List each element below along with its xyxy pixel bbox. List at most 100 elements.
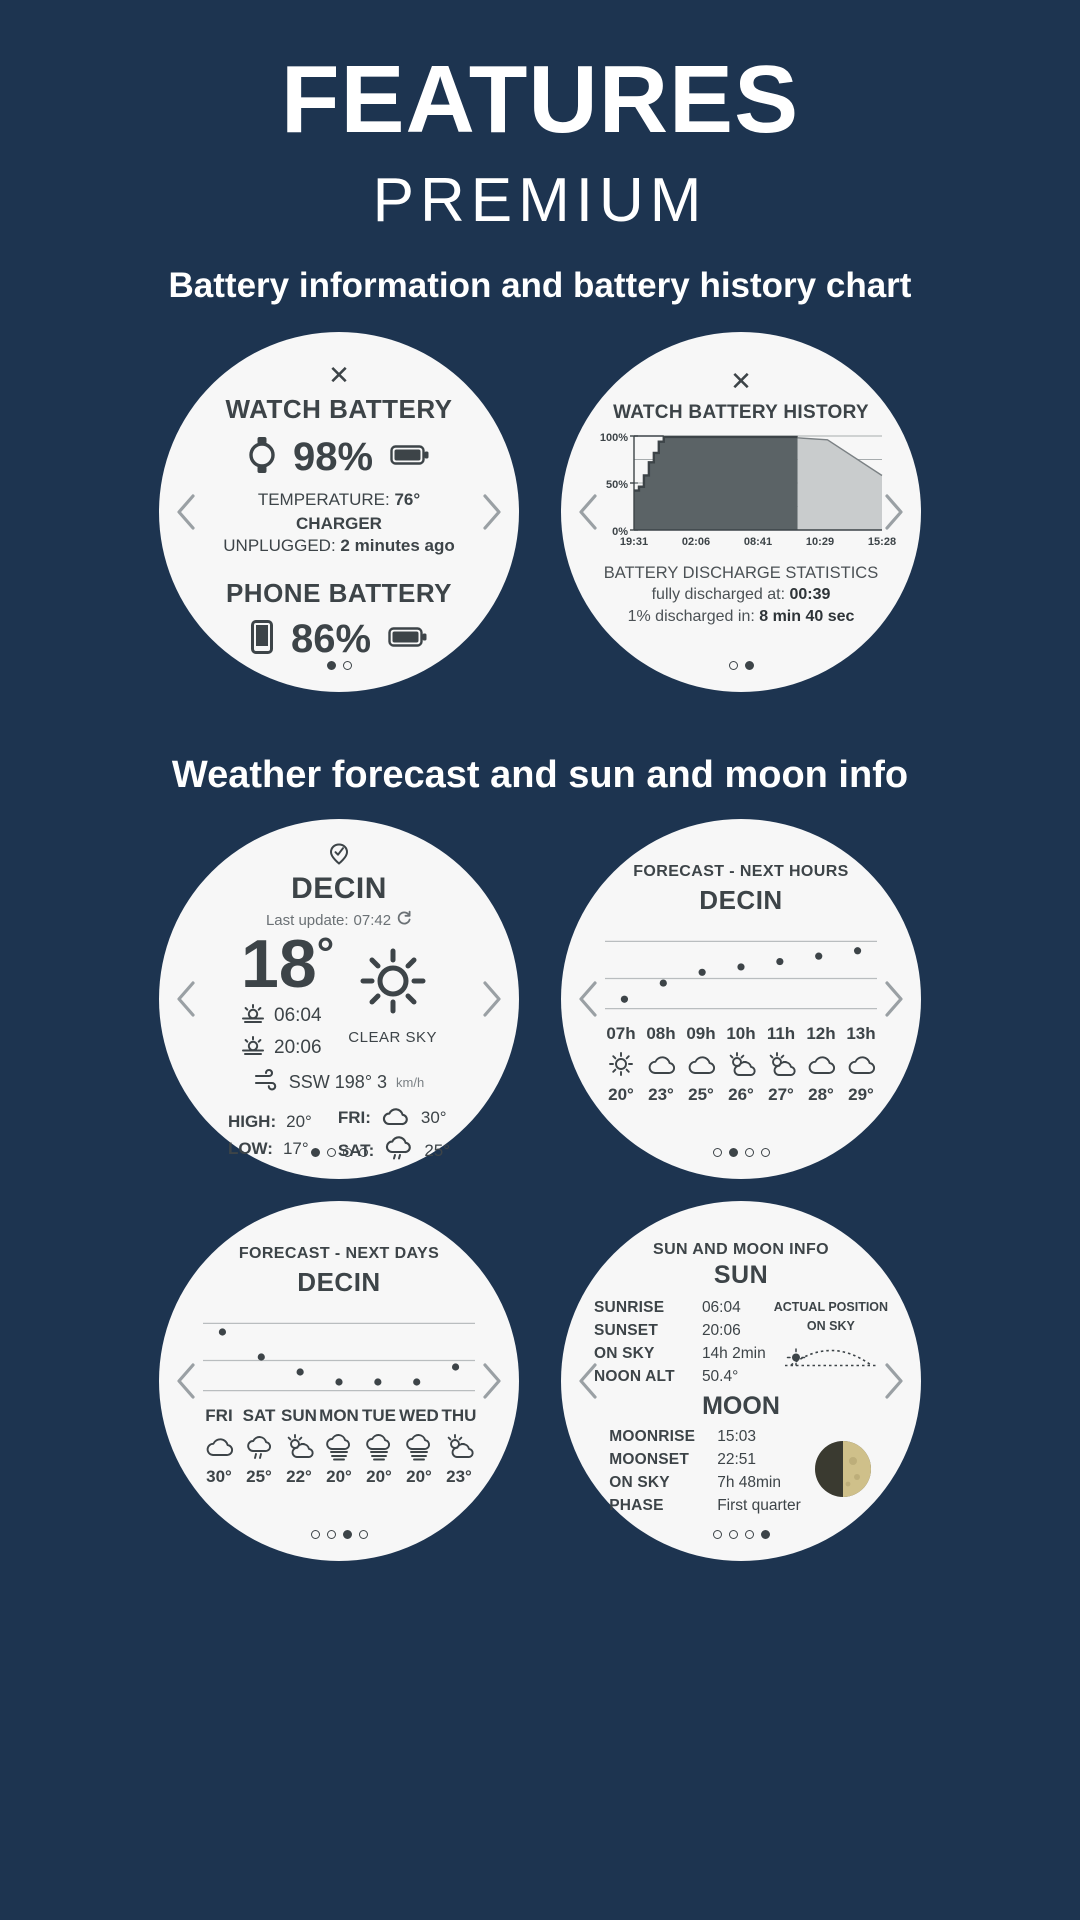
forecast-temperature: 28° bbox=[808, 1085, 834, 1104]
forecast-label: 09h bbox=[686, 1024, 716, 1043]
pager-dots[interactable] bbox=[561, 1148, 921, 1157]
info-row: ON SKY 7h 48min bbox=[609, 1474, 801, 1492]
one-percent-row: 1% discharged in: 8 min 40 sec bbox=[604, 606, 878, 628]
temp-and-sun: 18 ° 06:04 20:06 bbox=[241, 930, 334, 1061]
sun-moon-card[interactable]: SUN AND MOON INFO SUN SUNRISE 06:04 SUNSET… bbox=[561, 1201, 921, 1561]
pager-dot[interactable] bbox=[712, 1530, 722, 1539]
high-value: 20° bbox=[286, 1111, 312, 1131]
forecast-label: SUN bbox=[281, 1406, 317, 1425]
current-conditions: 18 ° 06:04 20:06 CLEAR SKY bbox=[193, 930, 485, 1061]
refresh-icon[interactable] bbox=[396, 910, 412, 930]
forecast-temperature: 27° bbox=[768, 1085, 794, 1104]
forecast-column: SAT 25° bbox=[239, 1406, 279, 1487]
forecast-days-card[interactable]: FORECAST - NEXT DAYS DECIN FRI 30° SAT 25° S… bbox=[159, 1201, 519, 1561]
fully-discharged-row: fully discharged at: 00:39 bbox=[604, 584, 878, 606]
svg-text:02:06: 02:06 bbox=[682, 536, 710, 548]
section-heading-battery: Battery information and battery history … bbox=[168, 266, 912, 305]
forecast-label: 13h bbox=[846, 1024, 876, 1043]
forecast-column: WED 20° bbox=[399, 1406, 439, 1487]
battery-full-icon bbox=[390, 445, 429, 470]
pager-dots[interactable] bbox=[561, 661, 921, 670]
condition-text: CLEAR SKY bbox=[348, 1029, 437, 1046]
info-row: MOONSET 22:51 bbox=[609, 1451, 801, 1469]
close-icon[interactable]: ✕ bbox=[328, 362, 350, 388]
sun-details: SUNRISE 06:04 SUNSET 20:06 ON SKY 14h 2min NOO… bbox=[587, 1294, 895, 1386]
sun-icon bbox=[358, 946, 428, 1021]
weather-rain-heavy-icon bbox=[324, 1430, 354, 1464]
info-row: ON SKY 14h 2min bbox=[594, 1345, 766, 1363]
forecast-label: WED bbox=[399, 1406, 439, 1425]
pager-dot[interactable] bbox=[326, 1530, 336, 1539]
forecast-hours-chart bbox=[605, 940, 877, 1010]
pager-dots[interactable] bbox=[561, 1530, 921, 1539]
moon-title: MOON bbox=[702, 1392, 780, 1420]
fully-discharged-value: 00:39 bbox=[789, 586, 831, 604]
info-value: 15:03 bbox=[717, 1428, 757, 1445]
forecast-temperature: 30° bbox=[206, 1467, 232, 1486]
pager-dot[interactable] bbox=[310, 1148, 320, 1157]
close-icon[interactable]: ✕ bbox=[730, 368, 752, 394]
pager-dot[interactable] bbox=[712, 1148, 722, 1157]
info-key: SUNSET bbox=[593, 1322, 659, 1339]
pager-dots[interactable] bbox=[159, 661, 519, 670]
forecast-label: 08h bbox=[646, 1024, 676, 1043]
pager-dot[interactable] bbox=[342, 1530, 352, 1539]
watch-battery-row: 98% bbox=[249, 435, 429, 480]
pager-dot[interactable] bbox=[728, 1530, 738, 1539]
pager-dot[interactable] bbox=[760, 1148, 770, 1157]
weather-cards-row-1: DECIN Last update: 07:42 18 ° 06:04 20:0… bbox=[0, 819, 1080, 1179]
info-value: First quarter bbox=[717, 1497, 801, 1514]
temperature-label: TEMPERATURE: bbox=[257, 490, 390, 509]
phone-battery-title: PHONE BATTERY bbox=[225, 578, 453, 608]
forecast-days-location: DECIN bbox=[297, 1267, 381, 1297]
moon-rows: MOONRISE 15:03 MOONSET 22:51 ON SKY 7h 48min P… bbox=[609, 1423, 801, 1515]
phone-battery-percent: 86% bbox=[290, 617, 372, 661]
poster-page: FEATURES PREMIUM Battery information and… bbox=[0, 0, 1080, 1920]
pager-dot[interactable] bbox=[342, 1148, 352, 1157]
wind-unit: km/h bbox=[396, 1074, 425, 1090]
pager-dot[interactable] bbox=[744, 1530, 754, 1539]
pager-dot[interactable] bbox=[358, 1148, 368, 1157]
pager-dot[interactable] bbox=[326, 661, 336, 670]
pager-dot[interactable] bbox=[358, 1530, 368, 1539]
forecast-column: 10h 26° bbox=[721, 1024, 761, 1105]
pager-dots[interactable] bbox=[159, 1148, 519, 1157]
pager-dot[interactable] bbox=[342, 661, 352, 670]
discharge-statistics: BATTERY DISCHARGE STATISTICS fully disch… bbox=[604, 562, 878, 627]
weather-cloud-icon bbox=[846, 1048, 876, 1082]
pager-dot[interactable] bbox=[310, 1530, 320, 1539]
pager-dot[interactable] bbox=[728, 661, 738, 670]
pager-dot[interactable] bbox=[728, 1148, 738, 1157]
sun-moon-title: SUN AND MOON INFO bbox=[653, 1241, 829, 1258]
info-value: 50.4° bbox=[701, 1368, 739, 1385]
info-row: SUNSET 20:06 bbox=[594, 1322, 766, 1340]
pager-dot[interactable] bbox=[326, 1148, 336, 1157]
forecast-column: 11h 27° bbox=[761, 1024, 801, 1105]
battery-history-chart-svg: 0%50%100%19:31 02:06 08:41 10:29 15:28 bbox=[600, 432, 896, 548]
forecast-column: 09h 25° bbox=[681, 1024, 721, 1105]
forecast-temperature: 23° bbox=[648, 1085, 674, 1104]
pager-dot[interactable] bbox=[760, 1530, 770, 1539]
sunset-row: 20:06 bbox=[241, 1035, 322, 1061]
pager-dots[interactable] bbox=[159, 1530, 519, 1539]
sun-title: SUN bbox=[713, 1261, 769, 1289]
weather-now-card[interactable]: DECIN Last update: 07:42 18 ° 06:04 20:0… bbox=[159, 819, 519, 1179]
unplugged-value: 2 minutes ago bbox=[340, 536, 455, 555]
wind-row: SSW 198° 3 km/h bbox=[254, 1068, 425, 1094]
forecast-column: THU 23° bbox=[439, 1406, 479, 1487]
phone-battery-row: 86% bbox=[250, 617, 427, 662]
battery-history-card[interactable]: ✕ WATCH BATTERY HISTORY 0% 50% 100% 19:31 02… bbox=[561, 332, 921, 692]
forecast-hours-card[interactable]: FORECAST - NEXT HOURS DECIN 07h 20° 08h 23°… bbox=[561, 819, 921, 1179]
fri-label: FRI: bbox=[337, 1108, 371, 1128]
forecast-column: 08h 23° bbox=[641, 1024, 681, 1105]
pager-dot[interactable] bbox=[744, 661, 754, 670]
forecast-label: FRI bbox=[205, 1406, 233, 1425]
wind-icon bbox=[254, 1068, 280, 1094]
forecast-label: THU bbox=[441, 1406, 477, 1425]
pager-dot[interactable] bbox=[744, 1148, 754, 1157]
forecast-column: SUN 22° bbox=[279, 1406, 319, 1487]
info-key: MOONSET bbox=[609, 1451, 689, 1468]
watch-battery-card[interactable]: ✕ WATCH BATTERY 98% TEMPERATURE: 76° CHA… bbox=[159, 332, 519, 692]
svg-text:100%: 100% bbox=[600, 432, 628, 444]
svg-text:08:41: 08:41 bbox=[744, 536, 772, 548]
